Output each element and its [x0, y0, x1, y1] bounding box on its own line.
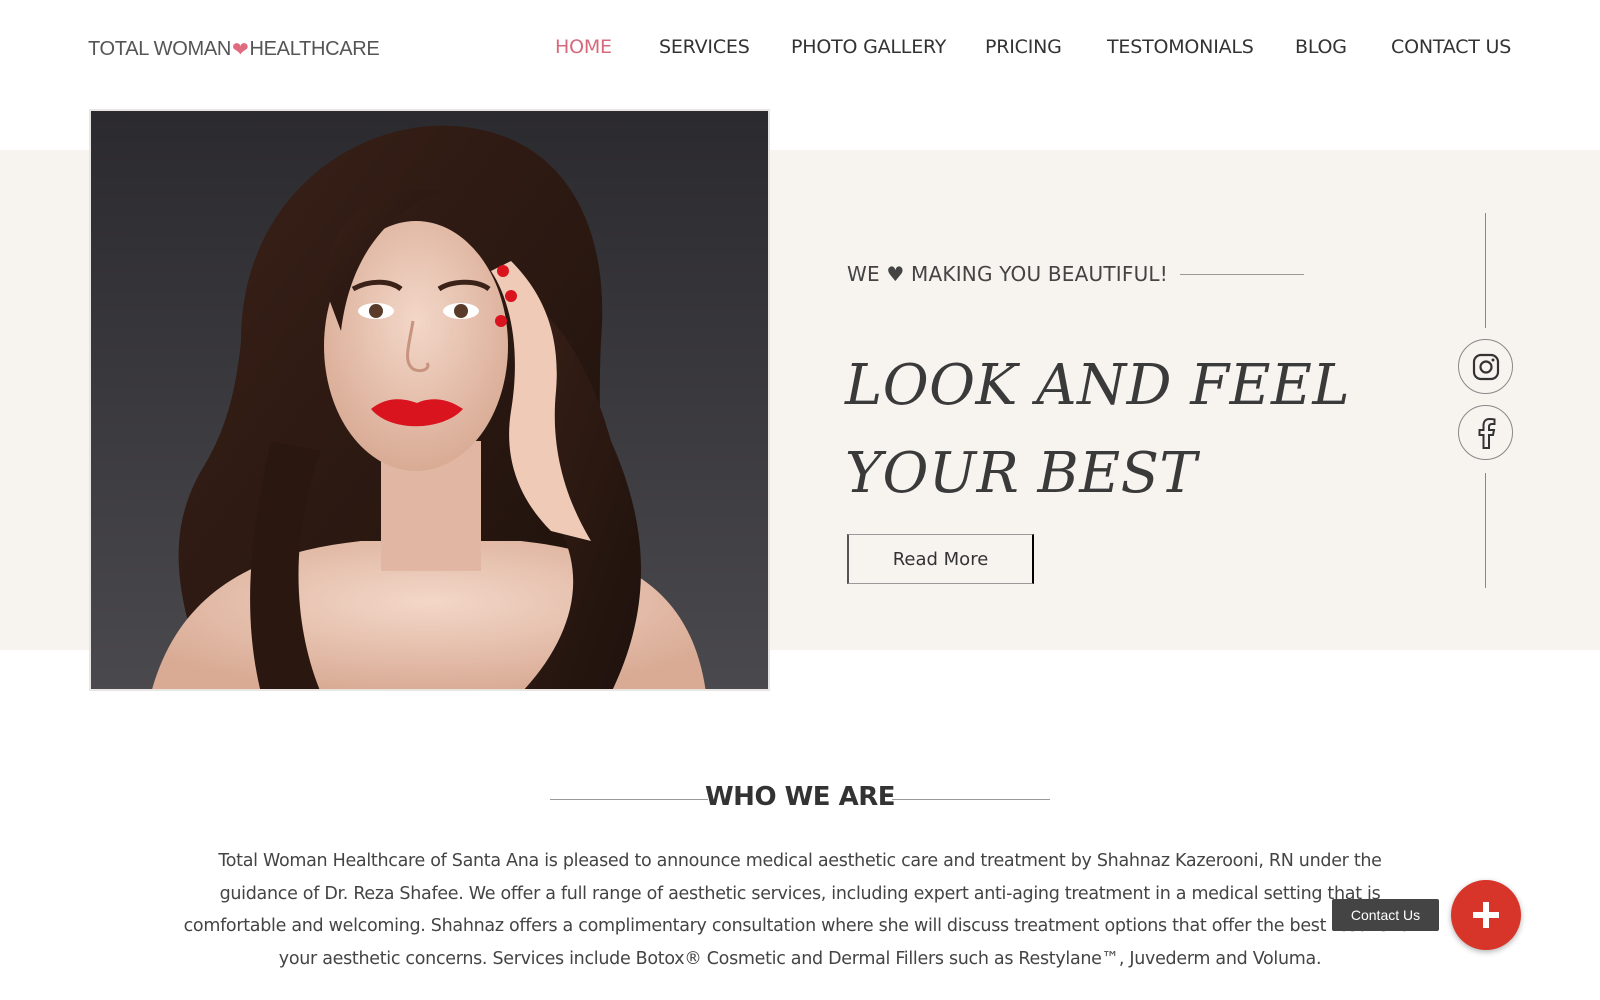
nav-item-blog[interactable]: BLOG: [1295, 36, 1347, 58]
plus-icon: [1473, 902, 1499, 928]
about-paragraph: Total Woman Healthcare of Santa Ana is p…: [183, 851, 1417, 970]
who-we-are-header: WHO WE ARE: [0, 778, 1600, 818]
nav-item-pricing[interactable]: PRICING: [985, 36, 1062, 58]
site-header: TOTAL WOMAN ❤ HEALTHCARE HOME SERVICES P…: [0, 0, 1600, 100]
facebook-icon: [1478, 417, 1495, 449]
hero-photo: [89, 109, 770, 691]
section-title: WHO WE ARE: [705, 782, 896, 812]
hero-tagline: WE ♥ MAKING YOU BEAUTIFUL!: [847, 262, 1168, 286]
title-divider-right: [892, 799, 1050, 800]
nav-item-services[interactable]: SERVICES: [659, 36, 750, 58]
instagram-icon: [1472, 353, 1499, 380]
nav-item-home[interactable]: HOME: [555, 36, 612, 58]
tagline-row: WE ♥ MAKING YOU BEAUTIFUL!: [847, 262, 1304, 286]
facebook-link[interactable]: [1458, 405, 1513, 460]
nav-item-photo-gallery[interactable]: PHOTO GALLERY: [791, 36, 946, 58]
nav-item-contact-us[interactable]: CONTACT US: [1391, 36, 1511, 58]
hero-headline-line2: YOUR BEST: [845, 441, 1198, 506]
hero-headline-line1: LOOK AND FEEL: [845, 353, 1351, 418]
instagram-link[interactable]: [1458, 339, 1513, 394]
read-more-button[interactable]: Read More: [847, 534, 1034, 584]
floating-contact-button[interactable]: [1451, 880, 1521, 950]
main-nav: HOME SERVICES PHOTO GALLERY PRICING TEST…: [0, 36, 1600, 66]
hero-headline: LOOK AND FEEL YOUR BEST: [845, 342, 1405, 518]
nav-item-testimonials[interactable]: TESTOMONIALS: [1107, 36, 1254, 58]
social-rail-bottom-line: [1485, 473, 1486, 588]
social-rail-top-line: [1485, 213, 1486, 328]
tagline-divider: [1179, 273, 1304, 275]
floating-contact-label[interactable]: Contact Us: [1332, 899, 1439, 931]
